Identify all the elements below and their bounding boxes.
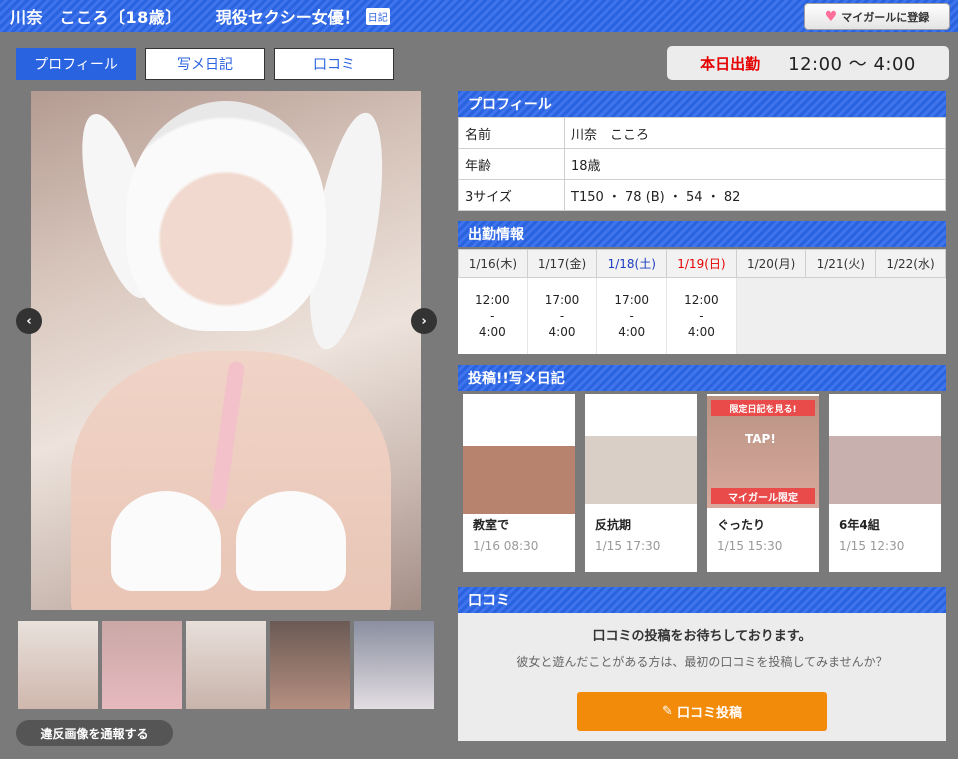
diary-date: 1/16 08:30 <box>473 539 539 553</box>
diary-title: 反抗期 <box>595 518 632 532</box>
schedule-empty <box>806 278 877 354</box>
diary-date: 1/15 15:30 <box>717 539 783 553</box>
schedule-table: 1/16(木) 1/17(金) 1/18(土) 1/19(日) 1/20(月) … <box>458 249 946 354</box>
table-row: 名前 川奈 こころ <box>458 117 946 149</box>
schedule-day: 1/17(金) <box>527 249 598 278</box>
shift-end: 4:00 <box>478 325 506 339</box>
schedule-day: 1/19(日) <box>667 249 737 278</box>
diary-date: 1/15 12:30 <box>839 539 905 553</box>
profile-table: 名前 川奈 こころ 年齢 18歳 3サイズ T150 ・ 78 (B) ・ 54… <box>458 117 946 211</box>
profile-value: 川奈 こころ <box>564 117 946 149</box>
diary-title: 6年4組 <box>839 518 880 532</box>
photo-thumbnail[interactable] <box>186 621 266 709</box>
schedule-day: 1/20(月) <box>736 249 807 278</box>
today-time: 12:00 ～ 4:00 <box>788 54 916 75</box>
schedule-time: 17:00 - 4:00 <box>527 278 598 354</box>
cast-name-title: 川奈 こころ〔18歳〕 <box>10 8 182 27</box>
photo-thumbnail[interactable] <box>102 621 182 709</box>
shift-sep: - <box>559 309 565 323</box>
page-header: 川奈 こころ〔18歳〕 現役セクシー女優！ 日記 ♥ マイガールに登録 <box>0 0 958 32</box>
chevron-left-icon[interactable]: ‹ <box>16 308 42 334</box>
shift-start: 17:00 <box>544 293 580 307</box>
profile-heading: プロフィール <box>458 91 946 117</box>
post-review-button[interactable]: ✎ 口コミ投稿 <box>577 692 827 731</box>
today-label: 本日出勤 <box>700 54 761 73</box>
diary-heading: 投稿!!写メ日記 <box>458 365 946 391</box>
photo-shape <box>111 491 221 591</box>
profile-value: 18歳 <box>564 148 946 180</box>
shift-start: 17:00 <box>614 293 650 307</box>
heart-icon: ♥ <box>824 8 838 25</box>
chevron-right-icon[interactable]: › <box>411 308 437 334</box>
diary-list: 教室で 1/16 08:30 反抗期 1/15 17:30 限定日記を見る! T… <box>458 392 946 576</box>
diary-card[interactable]: 反抗期 1/15 17:30 <box>585 394 697 572</box>
limited-diary-banner: 限定日記を見る! TAP! マイガール限定 <box>707 396 819 508</box>
photo-thumbnail[interactable] <box>18 621 98 709</box>
review-message: 口コミの投稿をお待ちしております。 <box>592 629 812 644</box>
tab-photo-diary[interactable]: 写メ日記 <box>145 48 265 80</box>
table-row: 年齢 18歳 <box>458 148 946 180</box>
cast-catchphrase: 現役セクシー女優！ <box>215 8 360 27</box>
review-heading: 口コミ <box>458 587 946 613</box>
main-photo[interactable] <box>31 91 421 610</box>
profile-key: 3サイズ <box>458 179 565 211</box>
schedule-times-row: 12:00 - 4:00 17:00 - 4:00 17:00 - 4:00 1… <box>458 278 946 354</box>
schedule-empty <box>736 278 807 354</box>
shift-end: 4:00 <box>618 325 646 339</box>
shift-sep: - <box>629 309 634 323</box>
photo-shape <box>236 491 346 591</box>
schedule-day: 1/22(水) <box>876 249 946 278</box>
diary-thumbnail <box>463 446 575 514</box>
diary-title: ぐったり <box>717 518 766 532</box>
diary-thumbnail <box>829 436 941 504</box>
diary-badge[interactable]: 日記 <box>365 7 390 25</box>
mygirl-register-button[interactable]: ♥ マイガールに登録 <box>804 3 950 30</box>
review-panel: 口コミの投稿をお待ちしております。 彼女と遊んだことがある方は、最初の口コミを投… <box>458 613 946 741</box>
shift-start: 12:00 <box>475 293 510 307</box>
shift-sep: - <box>490 309 495 323</box>
schedule-empty <box>876 278 946 354</box>
schedule-day: 1/18(土) <box>597 249 668 278</box>
diary-date: 1/15 17:30 <box>595 539 661 553</box>
profile-key: 名前 <box>458 117 565 149</box>
photo-thumbnail[interactable] <box>354 621 434 709</box>
photo-shape <box>126 101 326 331</box>
limited-bottom-label: マイガール限定 <box>711 488 815 504</box>
shift-end: 4:00 <box>548 325 576 339</box>
post-review-label: 口コミ投稿 <box>676 706 742 721</box>
diary-title: 教室で <box>473 518 510 532</box>
schedule-time: 12:00 - 4:00 <box>667 278 737 354</box>
shift-sep: - <box>699 309 704 323</box>
report-image-button[interactable]: 違反画像を通報する <box>16 720 173 746</box>
photo-thumbnail[interactable] <box>270 621 350 709</box>
diary-card[interactable]: 6年4組 1/15 12:30 <box>829 394 941 572</box>
profile-key: 年齢 <box>458 148 565 180</box>
schedule-time: 17:00 - 4:00 <box>597 278 668 354</box>
profile-value: T150 ・ 78 (B) ・ 54 ・ 82 <box>564 179 946 211</box>
shift-end: 4:00 <box>687 325 715 339</box>
profile-tabs: プロフィール 写メ日記 口コミ <box>16 48 394 80</box>
review-subtext: 彼女と遊んだことがある方は、最初の口コミを投稿してみませんか？ <box>516 655 888 669</box>
diary-card[interactable]: 教室で 1/16 08:30 <box>463 394 575 572</box>
shift-start: 12:00 <box>684 293 719 307</box>
photo-thumbnails <box>18 621 434 709</box>
tab-reviews[interactable]: 口コミ <box>274 48 394 80</box>
today-attendance: 本日出勤 12:00 ～ 4:00 <box>667 46 949 80</box>
pen-icon: ✎ <box>662 704 673 719</box>
limited-tap-label: TAP! <box>745 432 776 446</box>
schedule-day: 1/21(火) <box>806 249 877 278</box>
mygirl-register-label: マイガールに登録 <box>841 10 930 24</box>
schedule-heading: 出勤情報 <box>458 221 946 247</box>
limited-top-label: 限定日記を見る! <box>711 400 815 416</box>
table-row: 3サイズ T150 ・ 78 (B) ・ 54 ・ 82 <box>458 179 946 211</box>
schedule-days-row: 1/16(木) 1/17(金) 1/18(土) 1/19(日) 1/20(月) … <box>458 249 946 278</box>
schedule-day: 1/16(木) <box>458 249 528 278</box>
diary-thumbnail <box>585 436 697 504</box>
schedule-time: 12:00 - 4:00 <box>458 278 528 354</box>
diary-card-limited[interactable]: 限定日記を見る! TAP! マイガール限定 ぐったり 1/15 15:30 <box>707 394 819 572</box>
tab-profile[interactable]: プロフィール <box>16 48 136 80</box>
